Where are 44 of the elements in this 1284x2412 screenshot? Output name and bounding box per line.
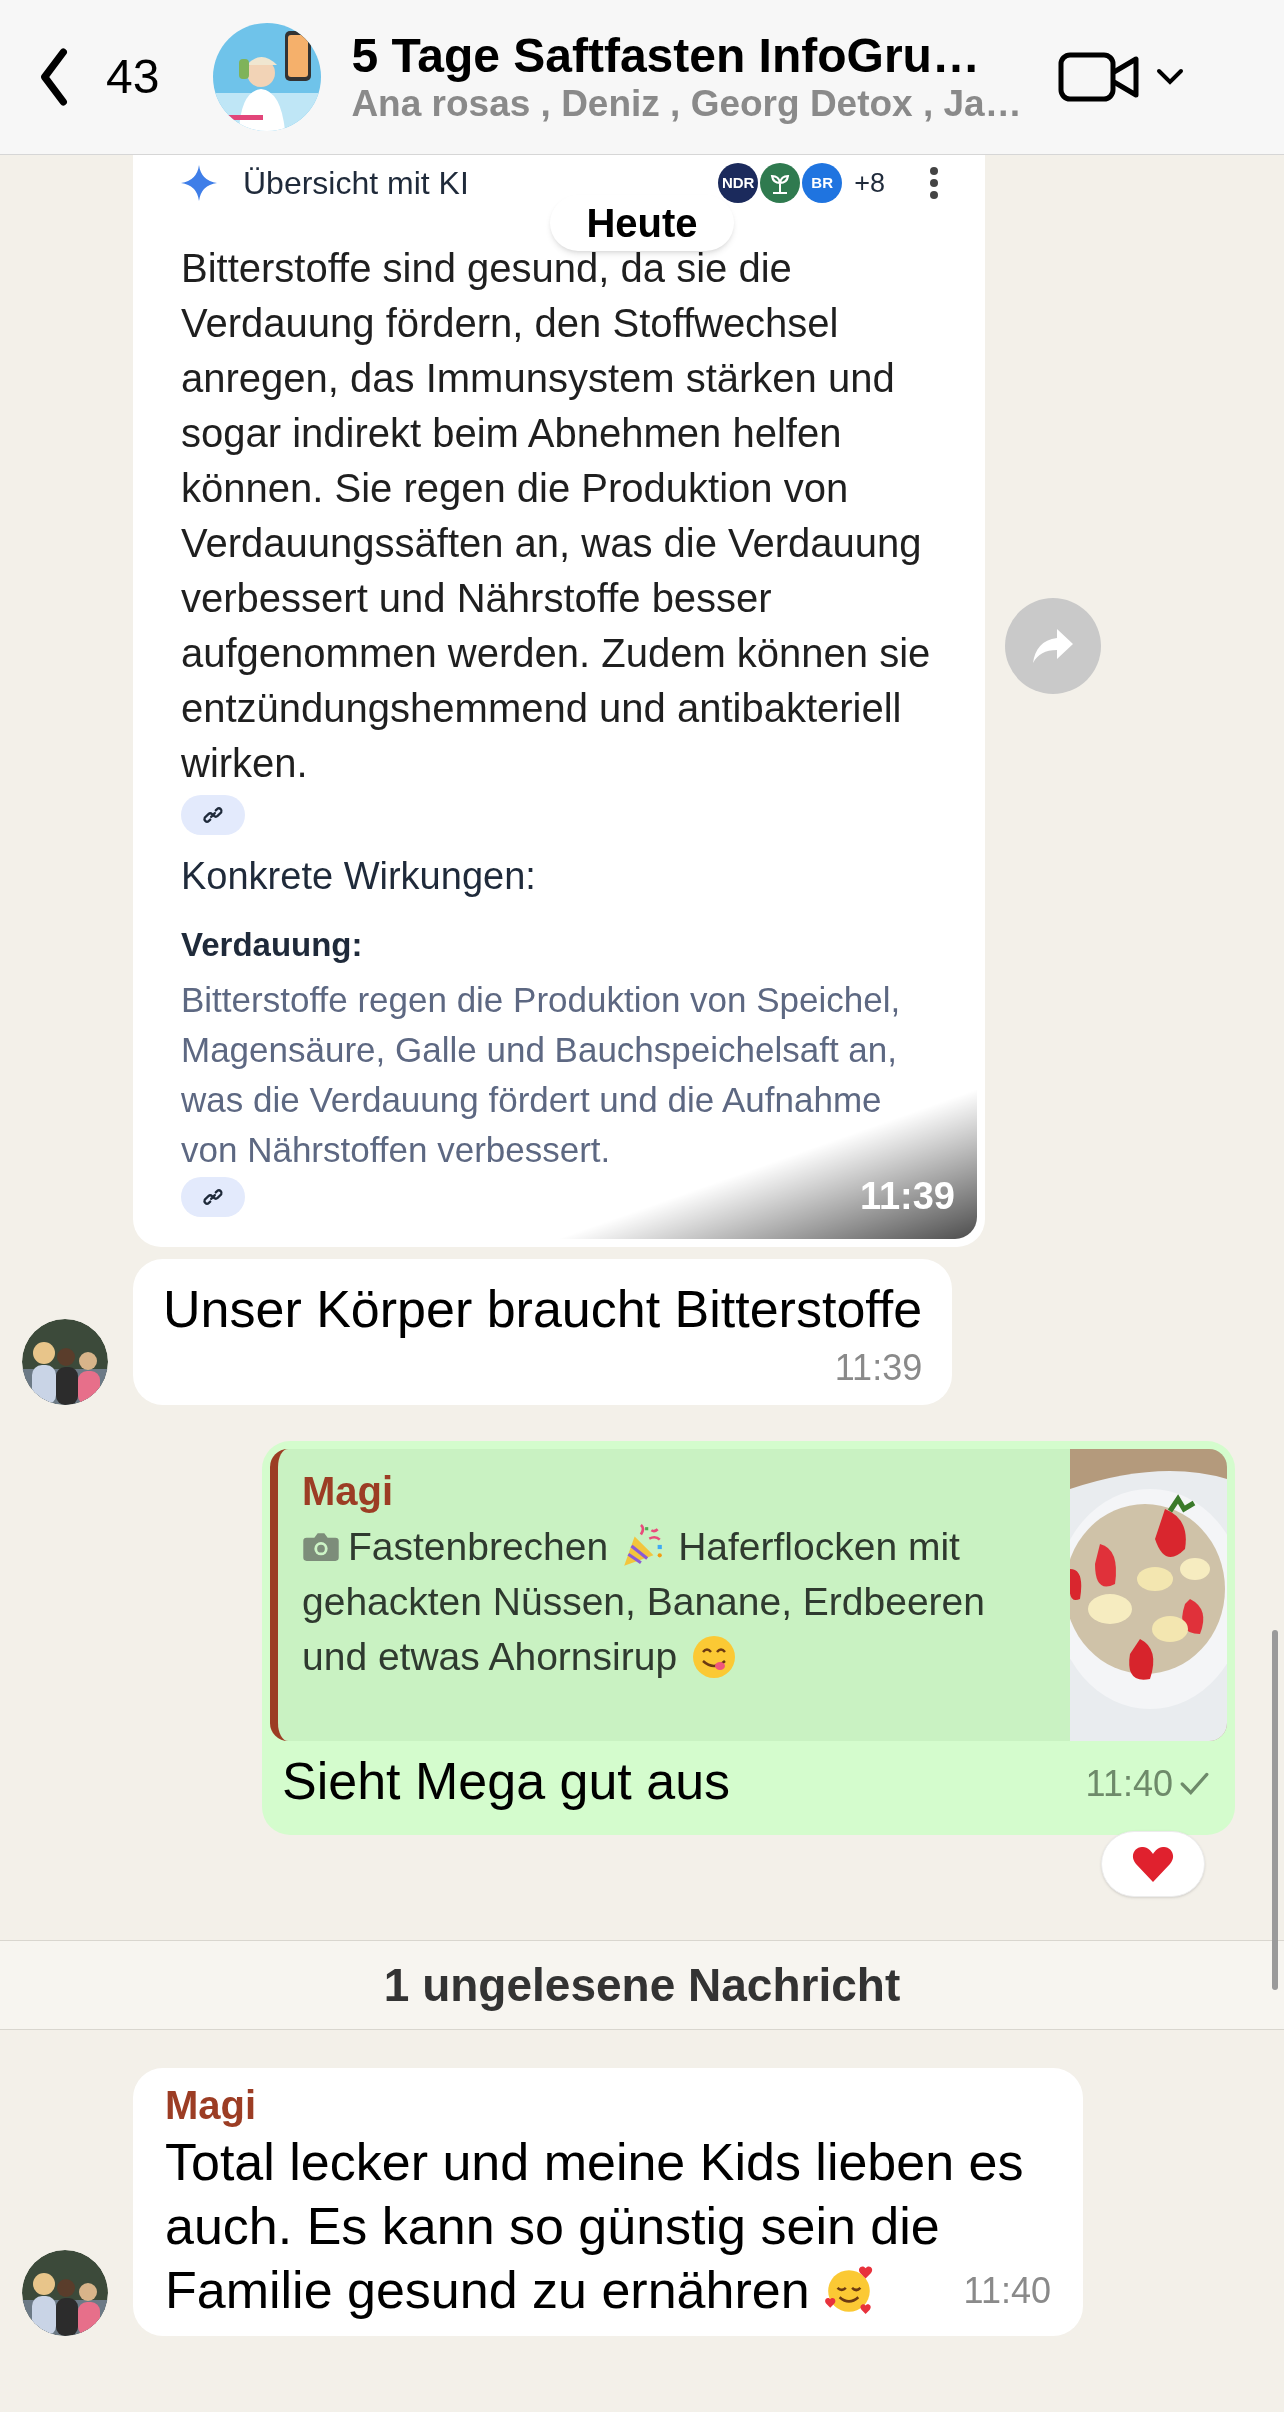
message-text: Unser Körper braucht Bitterstoffe bbox=[163, 1279, 923, 1340]
message-text: Total lecker und meine Kids lieben es auch. Es kann so günstig sein die bbox=[165, 2132, 1025, 2257]
source-logo[interactable] bbox=[760, 163, 801, 203]
message-text: Familie gesund zu ernähren bbox=[165, 2260, 810, 2321]
smiling-face-icon bbox=[691, 1633, 738, 1680]
source-link-chip[interactable] bbox=[181, 795, 245, 835]
sender-name: Magi bbox=[165, 2082, 258, 2129]
date-label: Heute bbox=[550, 195, 734, 251]
overview-subheading: Verdauung: bbox=[181, 925, 364, 965]
source-logo[interactable]: NDR bbox=[718, 163, 759, 203]
source-link-chip[interactable] bbox=[181, 1177, 245, 1217]
share-arrow-icon bbox=[1031, 627, 1075, 665]
message-text: Fastenbrechen bbox=[348, 1524, 609, 1570]
message-time: 11:40 bbox=[1085, 1762, 1173, 1806]
scrollbar[interactable] bbox=[1272, 1630, 1278, 1990]
link-icon bbox=[202, 1186, 224, 1208]
back-button[interactable]: 43 bbox=[38, 41, 160, 113]
overview-heading: Konkrete Wirkungen: bbox=[181, 854, 537, 899]
message-text: und etwas Ahornsirup bbox=[302, 1634, 678, 1680]
overview-title: Übersicht mit KI bbox=[243, 164, 469, 203]
overview-detail: Bitterstoffe regen die Produktion von Speichel, Magensäure, Galle und Bauchspeichelsaft an, was die Verdauung fördert und die Aufnahme von Nährstoffen verbessert. bbox=[181, 979, 901, 1171]
back-chevron-icon bbox=[38, 48, 70, 106]
unread-count: 43 bbox=[106, 49, 160, 105]
video-camera-icon bbox=[1058, 50, 1140, 104]
message-time: 11:39 bbox=[834, 1346, 923, 1390]
message-time: 11:39 bbox=[859, 1174, 955, 1219]
chat-members: Ana rosas , Deniz , Georg Detox , Ja… bbox=[351, 83, 1022, 125]
more-options-icon bbox=[929, 166, 939, 200]
unread-label: 1 ungelesene Nachricht bbox=[383, 1957, 901, 2013]
chat-title: 5 Tage Saftfasten InfoGru… bbox=[351, 29, 981, 83]
message-text: gehackten Nüssen, Banane, Erdbeeren bbox=[302, 1579, 985, 1625]
video-call-button[interactable] bbox=[1058, 50, 1184, 104]
source-count: +8 bbox=[854, 166, 885, 200]
reaction-badge[interactable] bbox=[1101, 1831, 1205, 1897]
source-logo[interactable]: BR bbox=[802, 163, 843, 203]
sender-name: Magi bbox=[302, 1468, 395, 1515]
sparkle-icon bbox=[181, 165, 217, 201]
quoted-message[interactable]: Magi Fastenbrechen Haferflocken mit gehackten Nüssen, Banane, Erdbeeren und etwas Ahornsirup bbox=[270, 1449, 1227, 1741]
chevron-down-icon bbox=[1156, 68, 1184, 86]
message-text: Sieht Mega gut aus bbox=[282, 1751, 731, 1811]
message-text: Haferflocken mit bbox=[678, 1524, 960, 1570]
link-icon bbox=[202, 804, 224, 826]
message-time: 11:40 bbox=[963, 2269, 1051, 2313]
camera-icon bbox=[302, 1531, 340, 1562]
